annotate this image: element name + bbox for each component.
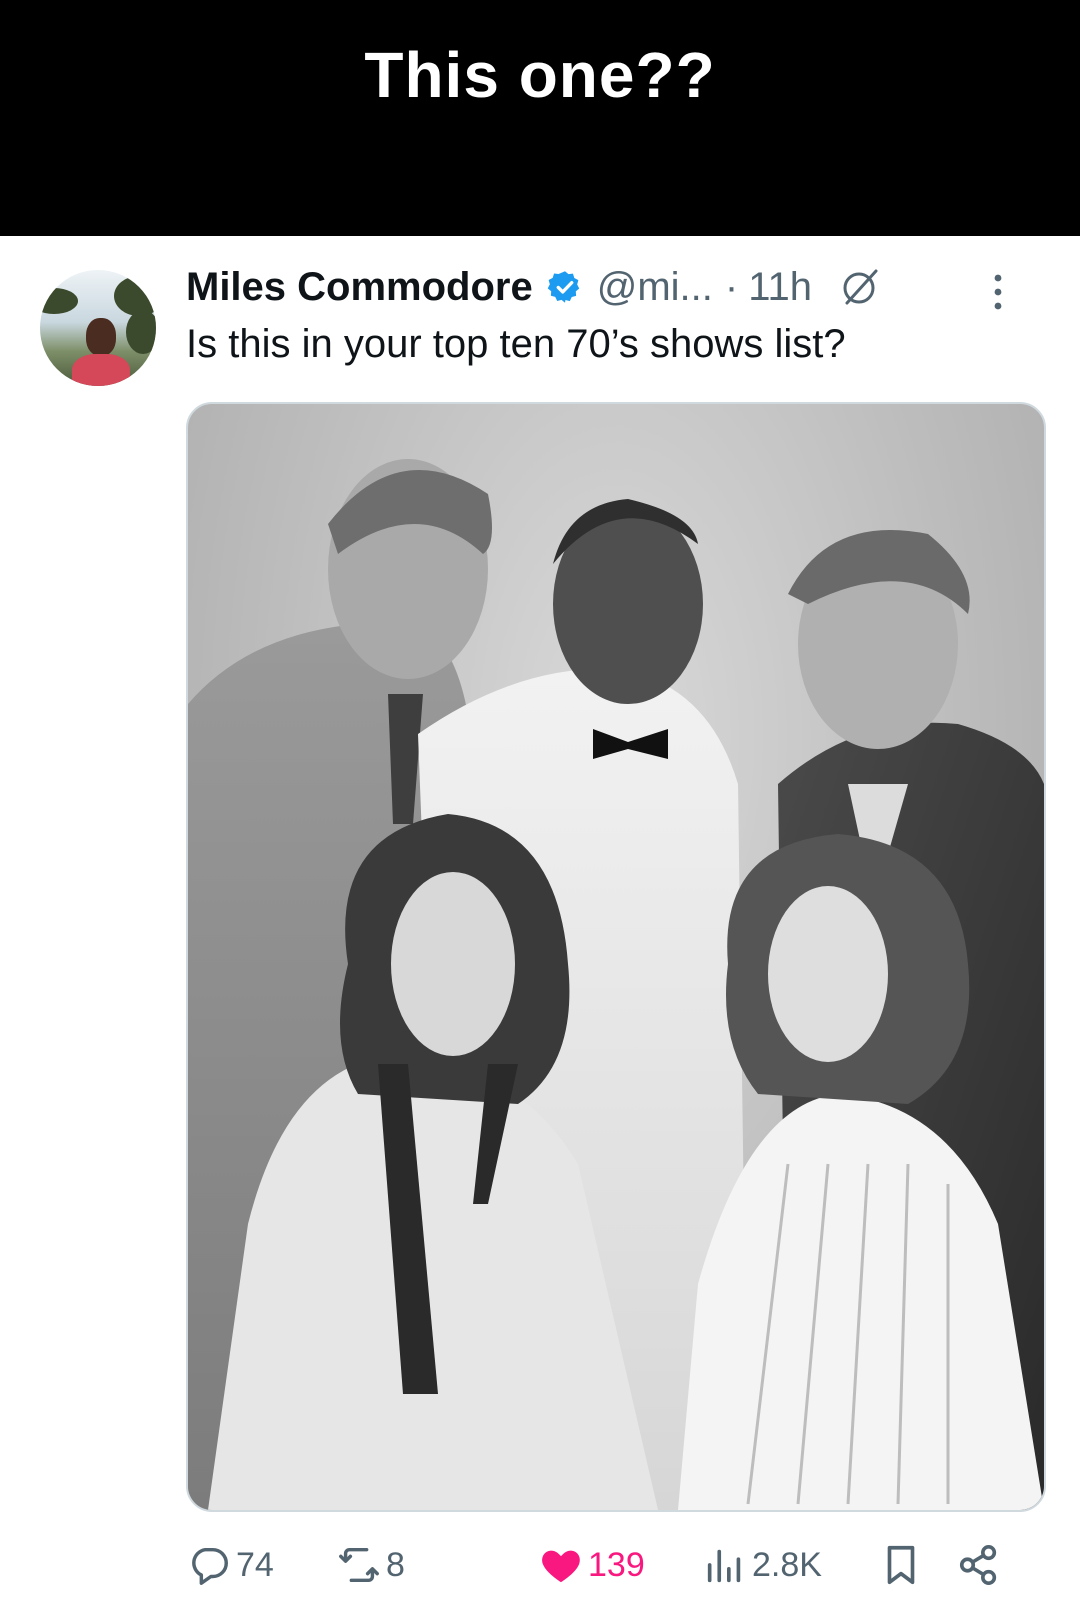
author-handle[interactable]: @mi... — [597, 265, 713, 310]
reply-icon — [186, 1542, 236, 1588]
bookmark-button[interactable] — [878, 1540, 928, 1590]
post-text: Is this in your top ten 70’s shows list? — [186, 322, 846, 366]
views-button[interactable]: 2.8K — [702, 1540, 822, 1590]
post-image[interactable] — [186, 402, 1046, 1512]
action-bar: 74 8 139 2.8K — [186, 1540, 1042, 1590]
repost-count: 8 — [386, 1545, 405, 1584]
more-options-icon[interactable] — [990, 272, 1006, 312]
verified-badge-icon[interactable] — [547, 269, 583, 305]
like-count: 139 — [588, 1545, 645, 1584]
caption-text: This one?? — [364, 39, 716, 111]
author-avatar[interactable] — [40, 270, 156, 386]
reply-button[interactable]: 74 — [186, 1540, 274, 1590]
views-icon — [702, 1542, 752, 1588]
bookmark-icon — [878, 1542, 928, 1588]
heart-icon — [538, 1542, 588, 1588]
share-button[interactable] — [956, 1540, 1006, 1590]
separator-dot: · — [724, 264, 739, 309]
repost-button[interactable]: 8 — [336, 1540, 405, 1590]
caption-bar: This one?? — [0, 0, 1080, 236]
post-time[interactable]: 11h — [748, 265, 812, 310]
grok-icon[interactable] — [838, 265, 882, 309]
post-header: Miles Commodore @mi... · 11h — [186, 262, 882, 312]
share-icon — [956, 1542, 1006, 1588]
like-button[interactable]: 139 — [538, 1540, 645, 1590]
reply-count: 74 — [236, 1545, 274, 1584]
views-count: 2.8K — [752, 1545, 822, 1584]
repost-icon — [336, 1542, 386, 1588]
author-name[interactable]: Miles Commodore — [186, 265, 533, 310]
